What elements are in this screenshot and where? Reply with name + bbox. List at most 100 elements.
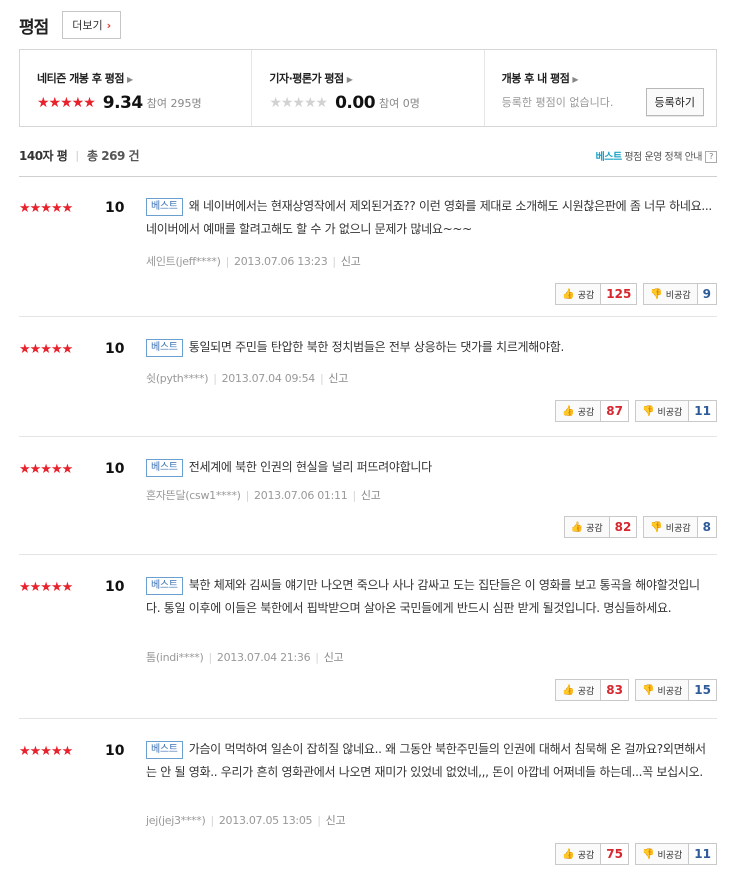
thumbs-up-icon: 👍 — [562, 848, 575, 860]
best-badge: 베스트 — [146, 577, 183, 595]
policy-text: 평점 운영 정책 안내 — [624, 152, 702, 163]
netizen-score: 9.34 — [102, 93, 143, 113]
review-meta: 세인트(jeff****) | 2013.07.06 13:23 | 신고 — [146, 253, 361, 269]
best-badge: 베스트 — [146, 198, 183, 216]
review-date: 2013.07.06 01:11 — [254, 489, 348, 502]
like-label: 공감 — [586, 523, 603, 534]
report-link[interactable]: 신고 — [324, 651, 344, 664]
vote-box: 👍 공감 83 👎 비공감 15 — [555, 679, 717, 701]
thumbs-down-icon: 👎 — [650, 288, 663, 300]
best-badge: 베스트 — [146, 339, 183, 357]
review-text: 전세계에 북한 인권의 현실을 널리 퍼뜨려야합니다 — [188, 460, 432, 474]
like-count: 125 — [601, 283, 638, 305]
review-author[interactable]: 쉿(pyth****) — [146, 372, 208, 385]
vote-box: 👍 공감 125 👎 비공감 9 — [555, 283, 717, 305]
dislike-label: 비공감 — [657, 850, 683, 861]
review-date: 2013.07.04 09:54 — [221, 372, 316, 385]
vote-box: 👍 공감 75 👎 비공감 11 — [555, 843, 717, 865]
review-item: ★★★★★ 10 베스트 전세계에 북한 인권의 현실을 널리 퍼뜨려야합니다 혼… — [19, 438, 717, 555]
review-author[interactable]: 혼자뜬달(csw1****) — [146, 489, 241, 502]
dislike-button[interactable]: 👎 비공감 — [635, 843, 690, 865]
divider: | — [319, 372, 324, 385]
review-author[interactable]: 톰(indi****) — [146, 651, 204, 664]
review-stars: ★★★★★ — [19, 342, 73, 357]
dislike-label: 비공감 — [657, 407, 683, 418]
best-badge: 베스트 — [146, 459, 183, 477]
help-icon[interactable]: ? — [705, 151, 717, 163]
review-date: 2013.07.04 21:36 — [216, 651, 311, 664]
dislike-label: 비공감 — [665, 290, 691, 301]
review-stars: ★★★★★ — [19, 744, 73, 759]
netizen-rating-link[interactable]: 네티즌 개봉 후 평점 ▶ — [37, 70, 251, 86]
critic-stars: ★★★★★ — [269, 95, 328, 111]
divider: | — [75, 148, 80, 162]
report-link[interactable]: 신고 — [341, 255, 361, 268]
review-item: ★★★★★ 10 베스트 가슴이 먹먹하여 일손이 잡히질 않네요.. 왜 그동안… — [19, 720, 717, 877]
critic-score: 0.00 — [335, 93, 376, 113]
thumbs-up-icon: 👍 — [562, 288, 575, 300]
review-body: 베스트 통일되면 주민들 탄압한 북한 정치범들은 전부 상응하는 댓가를 치르게… — [146, 336, 712, 359]
review-author[interactable]: jej(jej3****) — [146, 814, 206, 827]
dislike-button[interactable]: 👎 비공감 — [643, 516, 698, 538]
review-author[interactable]: 세인트(jeff****) — [146, 255, 221, 268]
review-text: 왜 네이버에서는 현재상영작에서 제외된거죠?? 이런 영화를 제대로 소개해도… — [146, 199, 712, 236]
divider: | — [225, 255, 230, 268]
thumbs-up-icon: 👍 — [562, 405, 575, 417]
caret-right-icon: ▶ — [126, 75, 133, 84]
review-meta: 톰(indi****) | 2013.07.04 21:36 | 신고 — [146, 649, 344, 665]
review-score: 10 — [105, 461, 125, 477]
best-badge: 베스트 — [146, 741, 183, 759]
thumbs-up-icon: 👍 — [570, 521, 584, 533]
review-meta: 혼자뜬달(csw1****) | 2013.07.06 01:11 | 신고 — [146, 487, 381, 503]
review-body: 베스트 전세계에 북한 인권의 현실을 널리 퍼뜨려야합니다 — [146, 456, 712, 479]
review-score: 10 — [105, 579, 125, 595]
thumbs-down-icon: 👎 — [642, 405, 655, 417]
dislike-button[interactable]: 👎 비공감 — [635, 679, 690, 701]
report-link[interactable]: 신고 — [361, 489, 381, 502]
vote-box: 👍 공감 87 👎 비공감 11 — [555, 400, 717, 422]
divider: | — [208, 651, 212, 664]
divider: | — [317, 814, 321, 827]
like-button[interactable]: 👍 공감 — [563, 516, 610, 538]
review-meta: jej(jej3****) | 2013.07.05 13:05 | 신고 — [146, 812, 346, 828]
like-button[interactable]: 👍 공감 — [555, 679, 602, 701]
like-label: 공감 — [577, 850, 595, 861]
thumbs-down-icon: 👎 — [642, 848, 655, 860]
reviews-label[interactable]: 140자 평 — [19, 147, 68, 164]
section-title: 평점 — [19, 17, 49, 38]
netizen-stars: ★★★★★ — [37, 95, 96, 111]
critic-rating-link[interactable]: 기자·평론가 평점 ▶ — [269, 70, 483, 86]
dislike-button[interactable]: 👎 비공감 — [643, 283, 698, 305]
review-text: 가슴이 먹먹하여 일손이 잡히질 않네요.. 왜 그동안 북한주민들의 인권에 … — [146, 742, 706, 779]
review-text: 북한 체제와 김씨들 얘기만 나오면 죽으나 사나 감싸고 도는 집단들은 이 … — [146, 578, 700, 615]
divider: | — [210, 814, 214, 827]
report-link[interactable]: 신고 — [326, 814, 346, 827]
policy-link[interactable]: 베스트 평점 운영 정책 안내? — [596, 148, 717, 163]
review-body: 베스트 북한 체제와 김씨들 얘기만 나오면 죽으나 사나 감싸고 도는 집단들은… — [146, 574, 712, 620]
netizen-label: 네티즌 개봉 후 평점 — [37, 72, 124, 85]
like-button[interactable]: 👍 공감 — [555, 400, 602, 422]
report-link[interactable]: 신고 — [328, 372, 348, 385]
thumbs-up-icon: 👍 — [562, 684, 575, 696]
review-score: 10 — [105, 200, 125, 216]
divider: | — [245, 489, 250, 502]
dislike-button[interactable]: 👎 비공감 — [635, 400, 690, 422]
my-rating-link[interactable]: 개봉 후 내 평점 ▶ — [502, 70, 716, 86]
divider: | — [315, 651, 319, 664]
dislike-label: 비공감 — [665, 523, 691, 534]
like-count: 82 — [609, 516, 638, 538]
review-item: ★★★★★ 10 베스트 왜 네이버에서는 현재상영작에서 제외된거죠?? 이런 … — [19, 177, 717, 317]
divider: | — [332, 255, 336, 268]
review-body: 베스트 가슴이 먹먹하여 일손이 잡히질 않네요.. 왜 그동안 북한주민들의 인… — [146, 738, 712, 784]
review-stars: ★★★★★ — [19, 201, 73, 216]
netizen-rating: 네티즌 개봉 후 평점 ▶ ★★★★★ 9.34 참여 295명 — [20, 50, 251, 126]
like-button[interactable]: 👍 공감 — [555, 843, 602, 865]
netizen-participants: 참여 295명 — [146, 97, 202, 110]
like-button[interactable]: 👍 공감 — [555, 283, 602, 305]
dislike-count: 11 — [689, 400, 717, 422]
caret-right-icon: ▶ — [346, 75, 353, 84]
like-count: 75 — [601, 843, 629, 865]
register-button[interactable]: 등록하기 — [645, 88, 704, 116]
more-button[interactable]: 더보기 › — [62, 11, 122, 39]
my-rating-label: 개봉 후 내 평점 — [501, 72, 570, 85]
